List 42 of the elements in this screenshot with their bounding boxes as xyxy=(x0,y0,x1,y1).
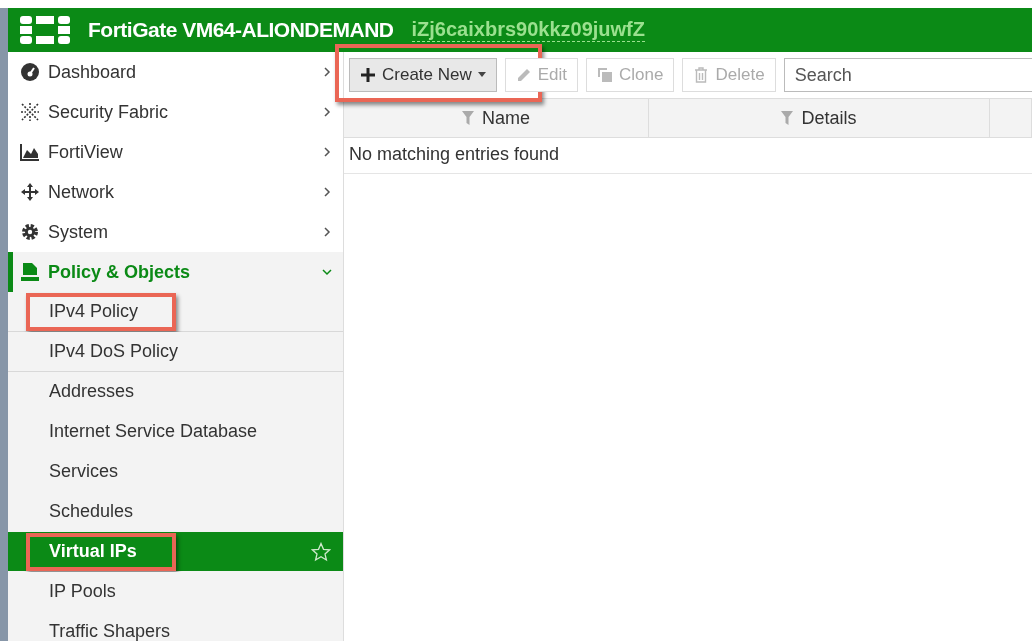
area-chart-icon xyxy=(20,142,40,162)
column-header[interactable]: Name xyxy=(344,99,649,137)
chevron-icon xyxy=(321,186,333,198)
plus-icon xyxy=(360,67,376,83)
sidebar-subitem[interactable]: Internet Service Database xyxy=(8,412,343,452)
toolbar-button[interactable]: Create New xyxy=(349,58,497,92)
sidebar-subitem[interactable]: Schedules xyxy=(8,492,343,532)
copy-icon xyxy=(597,67,614,83)
settings-icon xyxy=(20,222,40,242)
sidebar-subitem[interactable]: Traffic Shapers xyxy=(8,612,343,641)
sidebar-subitem[interactable]: IP Pools xyxy=(8,572,343,612)
sidebar-subitem[interactable]: Addresses xyxy=(8,372,343,412)
document-icon xyxy=(20,262,40,282)
sparkle-icon xyxy=(20,102,40,122)
sidebar-item[interactable]: Network xyxy=(8,172,343,212)
sidebar-item[interactable]: System xyxy=(8,212,343,252)
chevron-icon xyxy=(321,266,333,278)
chevron-icon xyxy=(321,146,333,158)
sidebar-item[interactable]: Policy & Objects xyxy=(8,252,343,292)
column-header[interactable]: Details xyxy=(649,99,990,137)
gauge-icon xyxy=(20,62,40,82)
filter-icon xyxy=(462,111,474,125)
sidebar-item[interactable]: FortiView xyxy=(8,132,343,172)
chevron-icon xyxy=(321,66,333,78)
sidebar-subitem[interactable]: Virtual IPs xyxy=(8,532,343,572)
pencil-icon xyxy=(515,67,532,83)
chevron-icon xyxy=(321,106,333,118)
star-icon xyxy=(311,541,331,562)
trash-icon xyxy=(693,67,710,83)
sidebar-item[interactable]: Security Fabric xyxy=(8,92,343,132)
sidebar-subitem[interactable]: IPv4 DoS Policy xyxy=(8,332,343,372)
logo-icon xyxy=(20,16,70,44)
sidebar-item[interactable]: Dashboard xyxy=(8,52,343,92)
sidebar-subitem[interactable]: Services xyxy=(8,452,343,492)
empty-message: No matching entries found xyxy=(344,138,1032,174)
product-name: FortiGate VM64-ALIONDEMAND xyxy=(88,18,394,42)
move-icon xyxy=(20,182,40,202)
chevron-icon xyxy=(321,226,333,238)
search-field[interactable]: Search xyxy=(783,58,1032,92)
filter-icon xyxy=(781,111,794,125)
sidebar-subitem[interactable]: IPv4 Policy xyxy=(8,292,343,332)
caret-icon xyxy=(477,72,486,78)
